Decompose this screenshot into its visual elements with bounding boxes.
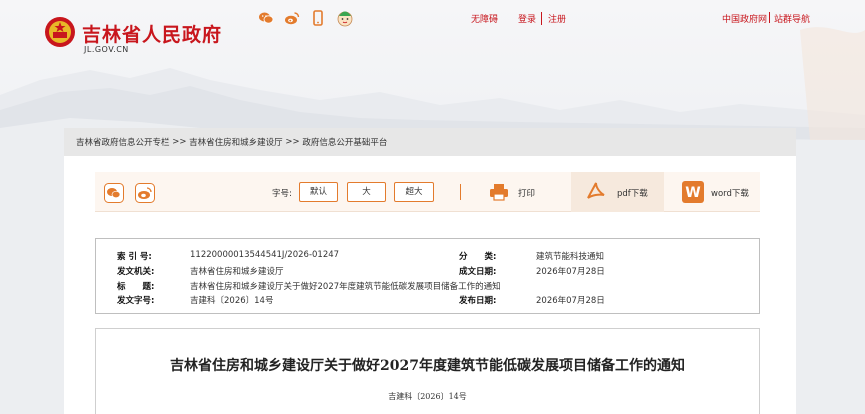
doc-no-value: 吉建科〔2026〕14号: [190, 296, 274, 306]
breadcrumb-item[interactable]: 吉林省政府信息公开专栏: [76, 136, 170, 148]
divider: [541, 12, 542, 25]
weibo-icon[interactable]: [284, 10, 300, 26]
breadcrumb-separator: >>: [172, 137, 187, 147]
document-title: 吉林省住房和城乡建设厅关于做好2027年度建筑节能低碳发展项目储备工作的通知: [170, 358, 685, 374]
weibo-share-icon[interactable]: [135, 183, 155, 203]
title-value: 吉林省住房和城乡建设厅关于做好2027年度建筑节能低碳发展项目储备工作的通知: [190, 282, 501, 292]
font-xlarge-button[interactable]: 超大: [394, 182, 434, 202]
category-label: 分 类:: [459, 252, 497, 262]
issuer-value: 吉林省住房和城乡建设厅: [190, 267, 284, 277]
pdf-icon[interactable]: [586, 181, 606, 201]
register-link[interactable]: 注册: [548, 12, 566, 25]
published-date-value: 2026年07月28日: [536, 296, 605, 306]
category-value: 建筑节能科技通知: [536, 252, 605, 262]
print-icon[interactable]: [489, 182, 509, 202]
social-icons: [258, 8, 354, 28]
gov-china-link[interactable]: 中国政府网: [722, 12, 767, 25]
mascot-icon[interactable]: [336, 8, 354, 28]
word-download-button[interactable]: word下载: [711, 187, 749, 199]
mobile-icon[interactable]: [310, 10, 326, 26]
svg-text:W: W: [685, 185, 700, 201]
doc-no-label: 发文字号:: [117, 296, 155, 306]
breadcrumb-separator: >>: [285, 137, 300, 147]
pdf-download-button[interactable]: pdf下载: [617, 187, 648, 199]
divider: [769, 12, 770, 23]
font-size-label: 字号:: [272, 189, 292, 199]
print-button[interactable]: 打印: [518, 187, 535, 199]
index-no-label: 索 引 号:: [117, 252, 152, 262]
breadcrumb: 吉林省政府信息公开专栏 >> 吉林省住房和城乡建设厅 >> 政府信息公开基础平台: [64, 128, 796, 156]
login-link[interactable]: 登录: [518, 12, 536, 25]
site-title[interactable]: 吉林省人民政府: [82, 20, 222, 47]
national-emblem-icon[interactable]: [44, 14, 76, 50]
wechat-icon[interactable]: [258, 10, 274, 26]
created-date-value: 2026年07月28日: [536, 267, 605, 277]
site-domain: JL.GOV.CN: [84, 45, 129, 54]
index-no-value: 11220000013544541J/2026-01247: [190, 250, 340, 260]
accessibility-link[interactable]: 无障碍: [471, 12, 498, 25]
document-number: 吉建科〔2026〕14号: [388, 392, 467, 401]
font-default-button[interactable]: 默认: [299, 182, 338, 202]
word-icon[interactable]: W: [682, 181, 704, 203]
published-date-label: 发布日期:: [459, 296, 497, 306]
toolbar-divider: [460, 184, 461, 200]
issuer-label: 发文机关:: [117, 267, 155, 277]
site-header: 吉林省人民政府 JL.GOV.CN 无障碍 登录 注册 中国政府网 站群导航: [0, 0, 865, 60]
title-label: 标 题:: [117, 282, 155, 292]
breadcrumb-item[interactable]: 政府信息公开基础平台: [302, 136, 387, 148]
created-date-label: 成文日期:: [459, 267, 497, 277]
breadcrumb-item[interactable]: 吉林省住房和城乡建设厅: [189, 136, 283, 148]
wechat-share-icon[interactable]: [104, 183, 124, 203]
font-large-button[interactable]: 大: [347, 182, 386, 202]
site-nav-link[interactable]: 站群导航: [774, 12, 810, 25]
